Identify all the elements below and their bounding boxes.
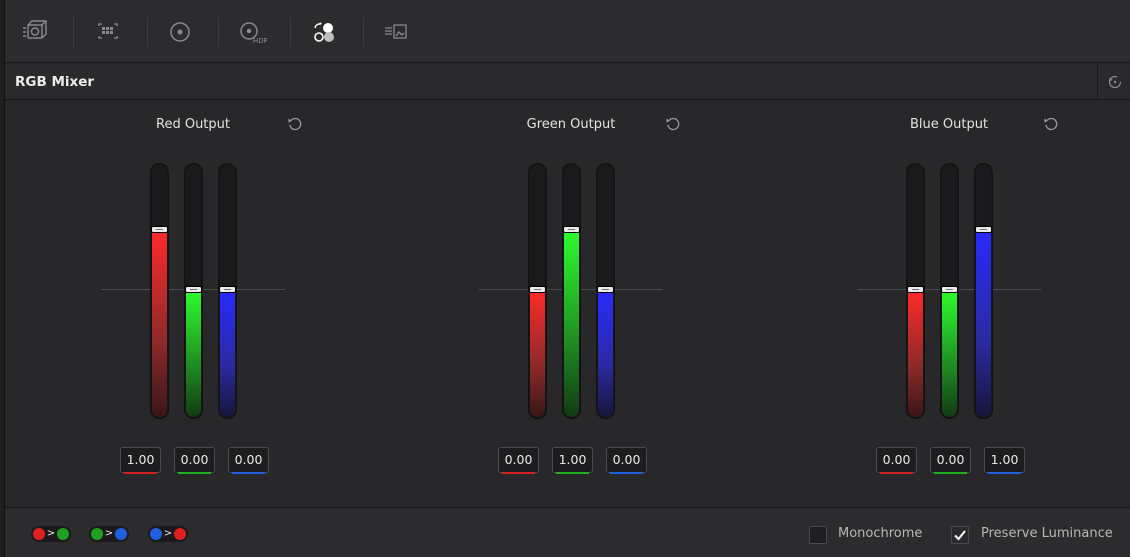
preserve-luminance-label: Preserve Luminance	[981, 526, 1113, 541]
swap-red-green-icon[interactable]: >	[31, 526, 71, 542]
preserve-luminance-checkbox[interactable]	[951, 526, 969, 544]
panel-header: RGB Mixer	[5, 64, 1130, 100]
green-output-red-value[interactable]: 0.00	[498, 447, 539, 473]
svg-text:HDR: HDR	[253, 37, 267, 45]
red-output-red-slider[interactable]	[150, 163, 169, 419]
camera-raw-icon[interactable]	[17, 16, 51, 48]
red-output-title: Red Output	[156, 117, 230, 132]
blue-output-green-value[interactable]: 0.00	[930, 447, 971, 473]
green-output-group: Green Output 0.00 1.00 0.00	[479, 101, 779, 507]
color-wheels-icon[interactable]	[163, 16, 197, 48]
blue-output-green-slider[interactable]	[940, 163, 959, 419]
checkmark-icon	[954, 530, 966, 541]
swap-green-blue-icon[interactable]: >	[89, 526, 129, 542]
reset-green-output-icon[interactable]	[663, 114, 683, 134]
mixer-area: Red Output 1.00 0.00 0.00 Green Output 0…	[5, 101, 1130, 507]
green-output-title: Green Output	[526, 117, 616, 132]
blue-output-blue-slider[interactable]	[974, 163, 993, 419]
blue-output-blue-value[interactable]: 1.00	[984, 447, 1025, 473]
red-output-green-slider[interactable]	[184, 163, 203, 419]
blue-output-title: Blue Output	[909, 117, 989, 132]
red-output-blue-slider[interactable]	[218, 163, 237, 419]
monochrome-checkbox[interactable]	[809, 526, 827, 544]
bottom-bar: > > > Monochrome Preserve Luminance	[5, 507, 1130, 557]
panel-title: RGB Mixer	[15, 74, 95, 90]
palette-toolbar: HDR	[5, 0, 1130, 63]
green-output-green-value[interactable]: 1.00	[552, 447, 593, 473]
green-output-red-slider[interactable]	[528, 163, 547, 419]
motion-effects-icon[interactable]	[379, 16, 413, 48]
red-output-blue-value[interactable]: 0.00	[228, 447, 269, 473]
reset-blue-output-icon[interactable]	[1041, 114, 1061, 134]
green-output-blue-value[interactable]: 0.00	[606, 447, 647, 473]
blue-output-group: Blue Output 0.00 0.00 1.00	[857, 101, 1130, 507]
reset-red-output-icon[interactable]	[285, 114, 305, 134]
red-output-green-value[interactable]: 0.00	[174, 447, 215, 473]
rgb-mixer-icon[interactable]	[307, 16, 341, 48]
color-match-icon[interactable]	[91, 16, 125, 48]
hdr-wheels-icon[interactable]: HDR	[235, 16, 269, 48]
monochrome-label: Monochrome	[838, 526, 923, 541]
reset-all-icon[interactable]	[1097, 64, 1130, 100]
red-output-red-value[interactable]: 1.00	[120, 447, 161, 473]
green-output-blue-slider[interactable]	[596, 163, 615, 419]
swap-blue-red-icon[interactable]: >	[148, 526, 188, 542]
green-output-green-slider[interactable]	[562, 163, 581, 419]
blue-output-red-value[interactable]: 0.00	[876, 447, 917, 473]
red-output-group: Red Output 1.00 0.00 0.00	[101, 101, 401, 507]
rgb-mixer-panel: HDR RGB Mixer Red Output 1.00 0.00 0.00 …	[4, 0, 1130, 557]
blue-output-red-slider[interactable]	[906, 163, 925, 419]
